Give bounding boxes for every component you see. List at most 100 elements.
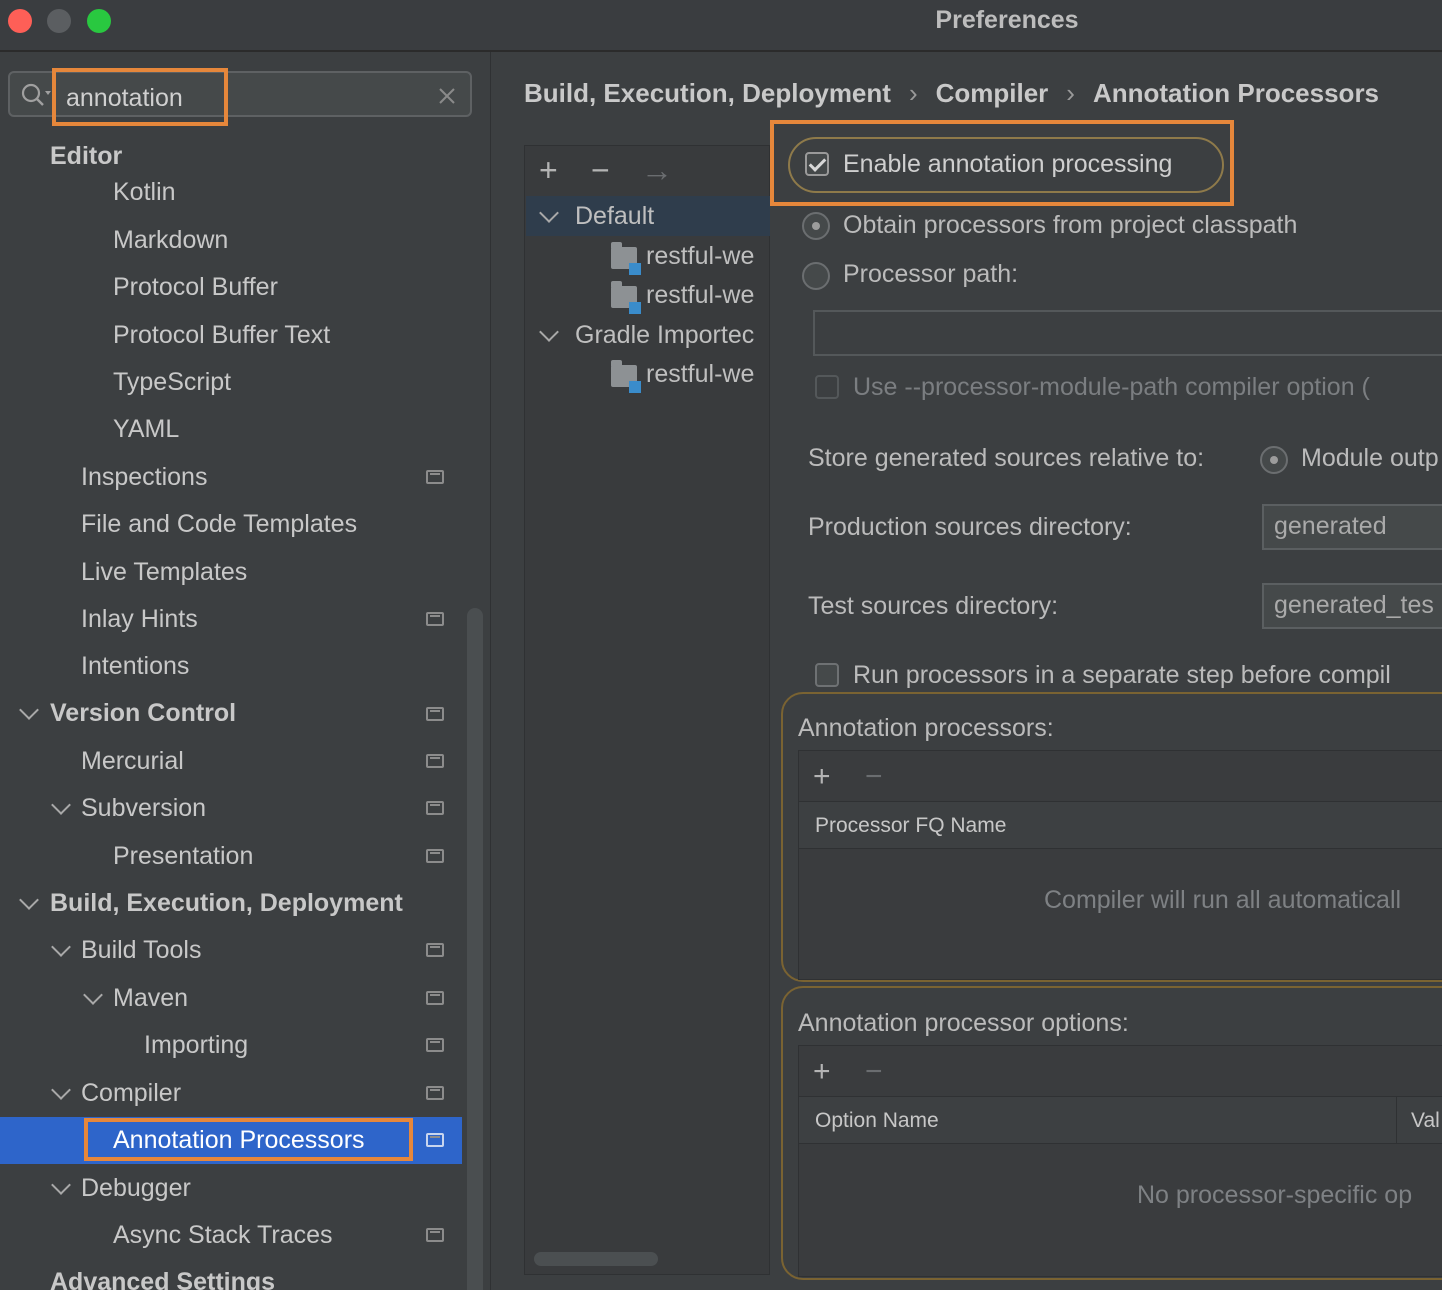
project-scope-icon bbox=[426, 1228, 444, 1242]
processors-group-title: Annotation processors: bbox=[798, 714, 1054, 742]
project-scope-icon bbox=[426, 1038, 444, 1052]
sidebar-item-subversion[interactable]: Subversion bbox=[81, 788, 206, 828]
add-option-button[interactable]: + bbox=[813, 1056, 831, 1088]
chevron-down-icon[interactable] bbox=[539, 322, 559, 342]
sidebar-item-inspections[interactable]: Inspections bbox=[81, 457, 207, 497]
project-scope-icon bbox=[426, 1086, 444, 1100]
store-generated-label: Store generated sources relative to: bbox=[808, 444, 1205, 472]
breadcrumb-separator: › bbox=[908, 78, 918, 108]
module-item[interactable]: restful-we bbox=[646, 354, 771, 394]
title-bar: Preferences bbox=[0, 0, 1442, 52]
production-dir-label: Production sources directory: bbox=[808, 513, 1132, 541]
value-column-header[interactable]: Val bbox=[1396, 1097, 1440, 1143]
module-path-label[interactable]: Use --processor-module-path compiler opt… bbox=[853, 373, 1370, 402]
sidebar-item-markdown[interactable]: Markdown bbox=[113, 220, 228, 260]
search-icon bbox=[21, 83, 51, 106]
sidebar-item-compiler[interactable]: Compiler bbox=[81, 1073, 181, 1113]
profile-gradle-imported[interactable]: Gradle Importec bbox=[575, 315, 771, 355]
production-dir-input[interactable]: generated bbox=[1262, 504, 1442, 550]
project-scope-icon bbox=[426, 612, 444, 626]
sidebar-item-presentation[interactable]: Presentation bbox=[113, 836, 253, 876]
breadcrumb-item: Annotation Processors bbox=[1092, 78, 1380, 108]
window-title: Preferences bbox=[935, 6, 1079, 34]
obtain-classpath-label[interactable]: Obtain processors from project classpath bbox=[843, 211, 1297, 240]
chevron-down-icon[interactable] bbox=[51, 937, 71, 957]
obtain-classpath-radio[interactable] bbox=[802, 212, 830, 240]
add-profile-button[interactable]: + bbox=[539, 154, 558, 186]
sidebar-item-protocol-buffer[interactable]: Protocol Buffer bbox=[113, 267, 278, 307]
remove-option-button[interactable]: − bbox=[865, 1056, 883, 1088]
project-scope-icon bbox=[426, 470, 444, 484]
sidebar-item-typescript[interactable]: TypeScript bbox=[113, 362, 231, 402]
separate-step-checkbox[interactable] bbox=[815, 663, 839, 687]
settings-sidebar: annotation Editor Kotlin Markdown Protoc… bbox=[0, 52, 491, 1290]
chevron-down-icon[interactable] bbox=[83, 985, 103, 1005]
sidebar-item-yaml[interactable]: YAML bbox=[113, 409, 179, 449]
processor-profiles-panel: + − → Default restful-we restful-we Grad… bbox=[524, 145, 770, 1275]
module-item[interactable]: restful-we bbox=[646, 236, 771, 276]
project-scope-icon bbox=[426, 801, 444, 815]
sidebar-item-maven[interactable]: Maven bbox=[113, 978, 188, 1018]
remove-profile-button[interactable]: − bbox=[591, 154, 610, 186]
module-folder-icon bbox=[611, 281, 641, 314]
sidebar-item-advanced-settings[interactable]: Advanced Settings bbox=[50, 1262, 275, 1290]
module-output-label[interactable]: Module outp bbox=[1301, 444, 1439, 473]
remove-processor-button[interactable]: − bbox=[865, 761, 883, 793]
separate-step-label[interactable]: Run processors in a separate step before… bbox=[853, 661, 1391, 690]
processor-path-radio[interactable] bbox=[802, 262, 830, 290]
horizontal-scrollbar[interactable] bbox=[534, 1252, 658, 1266]
sidebar-item-version-control[interactable]: Version Control bbox=[50, 693, 236, 733]
sidebar-scrollbar[interactable] bbox=[467, 608, 483, 1290]
project-scope-icon bbox=[426, 1133, 444, 1147]
chevron-down-icon[interactable] bbox=[19, 890, 39, 910]
chevron-down-icon[interactable] bbox=[51, 1175, 71, 1195]
sidebar-item-live-templates[interactable]: Live Templates bbox=[81, 552, 247, 592]
project-scope-icon bbox=[426, 991, 444, 1005]
options-table-header: Option Name Val bbox=[799, 1096, 1442, 1144]
processors-empty-text: Compiler will run all automaticall bbox=[1044, 886, 1402, 914]
processor-name-column-header[interactable]: Processor FQ Name bbox=[799, 801, 1442, 849]
selected-item-highlight bbox=[84, 1118, 413, 1161]
module-path-checkbox[interactable] bbox=[815, 375, 839, 399]
sidebar-item-kotlin[interactable]: Kotlin bbox=[113, 172, 176, 212]
processors-table: + − Processor FQ Name Compiler will run … bbox=[798, 750, 1442, 980]
options-table: + − Option Name Val No processor-specifi… bbox=[798, 1045, 1442, 1277]
sidebar-item-debugger[interactable]: Debugger bbox=[81, 1168, 191, 1208]
breadcrumb: Build, Execution, Deployment › Compiler › An… bbox=[524, 78, 1379, 109]
breadcrumb-item[interactable]: Build, Execution, Deployment bbox=[524, 78, 891, 108]
test-dir-input[interactable]: generated_tes bbox=[1262, 583, 1442, 629]
chevron-down-icon[interactable] bbox=[19, 700, 39, 720]
sidebar-item-editor[interactable]: Editor bbox=[50, 136, 122, 176]
processor-path-label[interactable]: Processor path: bbox=[843, 260, 1018, 289]
breadcrumb-item[interactable]: Compiler bbox=[936, 78, 1049, 108]
options-empty-text: No processor-specific op bbox=[1137, 1181, 1413, 1209]
search-highlight bbox=[52, 68, 228, 126]
chevron-down-icon[interactable] bbox=[51, 795, 71, 815]
project-scope-icon bbox=[426, 943, 444, 957]
breadcrumb-separator: › bbox=[1066, 78, 1075, 108]
module-folder-icon bbox=[611, 360, 641, 393]
sidebar-item-file-and-code-templates[interactable]: File and Code Templates bbox=[81, 504, 357, 544]
move-module-button[interactable]: → bbox=[641, 154, 673, 186]
option-name-column-header[interactable]: Option Name bbox=[815, 1109, 939, 1132]
sidebar-item-mercurial[interactable]: Mercurial bbox=[81, 741, 184, 781]
close-icon[interactable] bbox=[438, 87, 456, 105]
sidebar-item-protocol-buffer-text[interactable]: Protocol Buffer Text bbox=[113, 315, 330, 355]
chevron-down-icon[interactable] bbox=[51, 1080, 71, 1100]
enable-processing-highlight bbox=[770, 120, 1234, 206]
sidebar-item-build-execution-deployment[interactable]: Build, Execution, Deployment bbox=[50, 883, 403, 923]
sidebar-item-async-stack-traces[interactable]: Async Stack Traces bbox=[113, 1215, 333, 1255]
module-item[interactable]: restful-we bbox=[646, 275, 771, 315]
project-scope-icon bbox=[426, 754, 444, 768]
sidebar-item-inlay-hints[interactable]: Inlay Hints bbox=[81, 599, 198, 639]
module-output-radio[interactable] bbox=[1260, 446, 1288, 474]
processor-path-input[interactable] bbox=[813, 310, 1442, 356]
profile-default[interactable]: Default bbox=[575, 196, 654, 236]
sidebar-item-importing[interactable]: Importing bbox=[144, 1025, 248, 1065]
add-processor-button[interactable]: + bbox=[813, 761, 831, 793]
project-scope-icon bbox=[426, 707, 444, 721]
sidebar-item-intentions[interactable]: Intentions bbox=[81, 646, 189, 686]
sidebar-item-build-tools[interactable]: Build Tools bbox=[81, 930, 201, 970]
options-group-title: Annotation processor options: bbox=[798, 1009, 1129, 1037]
project-scope-icon bbox=[426, 849, 444, 863]
